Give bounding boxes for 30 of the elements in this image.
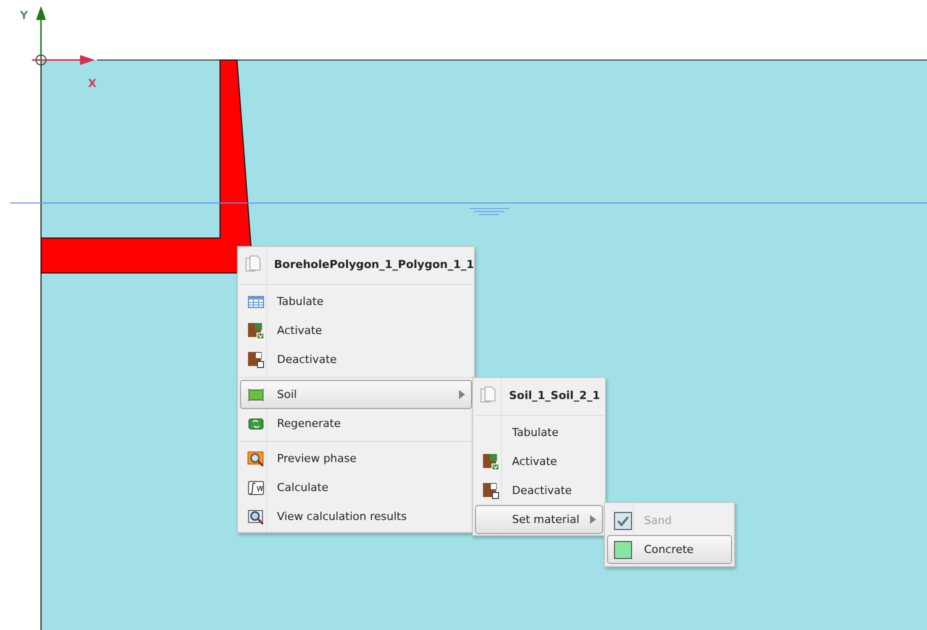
- y-axis-label: Y: [20, 9, 28, 22]
- menu-item[interactable]: Soil: [240, 380, 472, 409]
- deactivate-icon: [247, 350, 265, 368]
- magnifier-icon: [247, 508, 265, 526]
- menu-item[interactable]: Deactivate: [240, 345, 472, 374]
- y-axis-arrow: [36, 6, 46, 60]
- menu-item[interactable]: Preview phase: [240, 444, 472, 473]
- menu-item[interactable]: Activate: [240, 316, 472, 345]
- menu-item[interactable]: Regenerate: [240, 409, 472, 438]
- menu-item[interactable]: Set material: [475, 505, 603, 534]
- magnifier-icon: [247, 450, 265, 468]
- menu-item[interactable]: View calculation results: [240, 502, 472, 531]
- x-axis-arrow: [32, 55, 95, 65]
- integral-icon: [247, 478, 265, 496]
- menu-item[interactable]: Deactivate: [475, 476, 603, 505]
- x-axis-label: X: [88, 77, 96, 90]
- menu-item[interactable]: Tabulate: [475, 418, 603, 447]
- menu-item[interactable]: Concrete: [607, 535, 732, 564]
- menu-title: Soil_1_Soil_2_1: [509, 388, 600, 402]
- menu-title: BoreholePolygon_1_Polygon_1_1: [274, 258, 474, 270]
- menu-item[interactable]: Calculate: [240, 473, 472, 502]
- menu-item[interactable]: Tabulate: [240, 287, 472, 316]
- menu-item[interactable]: Activate: [475, 447, 603, 476]
- activate-icon: [482, 452, 500, 470]
- document-icon: [479, 386, 497, 404]
- document-icon: [244, 255, 262, 273]
- activate-icon: [247, 322, 265, 340]
- water-level-icon: [468, 208, 510, 215]
- deactivate-icon: [482, 482, 500, 500]
- origin-icon: [36, 54, 46, 66]
